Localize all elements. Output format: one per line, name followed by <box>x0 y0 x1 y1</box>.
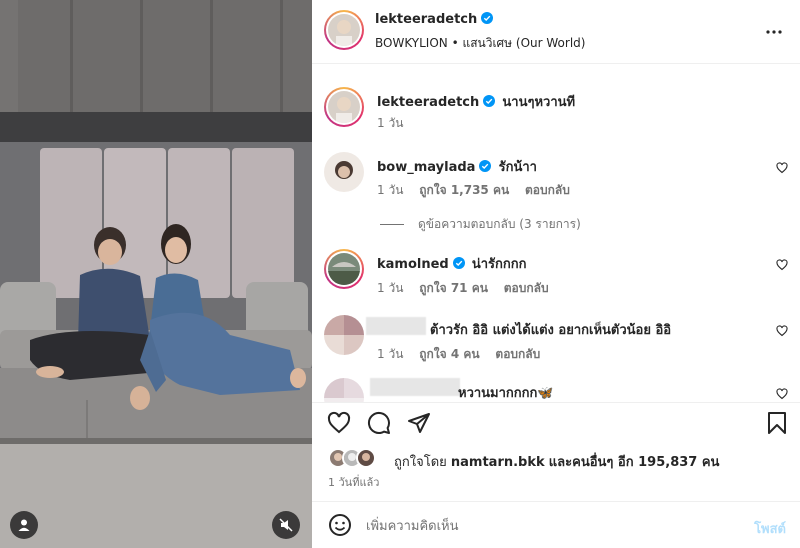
comment-likes[interactable]: ถูกใจ 4 คน <box>419 347 479 361</box>
comment-like-heart-icon[interactable] <box>776 259 788 271</box>
comment-likes[interactable]: ถูกใจ 71 คน <box>419 281 488 295</box>
comment-line: kamolned น่ารักกกก <box>377 253 527 274</box>
blurred-username <box>370 378 460 396</box>
reply-button[interactable]: ตอบกลับ <box>525 183 570 197</box>
comment-line: หวานมากกกก🦋 <box>458 382 554 402</box>
comment-meta: 1 วัน ถูกใจ 4 คน ตอบกลับ <box>377 345 552 364</box>
more-icon <box>766 30 782 34</box>
view-replies-button[interactable]: ดูข้อความตอบกลับ (3 รายการ) <box>380 215 581 234</box>
likes-text: ถูกใจโดย namtarn.bkk และคนอื่นๆ อีก 195,… <box>394 451 719 472</box>
comment-text: หวานมากกกก🦋 <box>458 386 554 401</box>
post-panel: lekteeradetch BOWKYLION • แสนวิเศษ (Our … <box>312 0 800 548</box>
reply-button[interactable]: ตอบกลับ <box>495 347 540 361</box>
comment-likes[interactable]: ถูกใจ 1,735 คน <box>419 183 509 197</box>
comment-text: ต้าวรัก อิอิ แต่งได้แต่ง อยากเห็นตัวน้อย… <box>430 323 672 338</box>
replies-divider <box>380 224 404 225</box>
comment-button[interactable] <box>365 409 393 437</box>
verified-badge-icon <box>452 257 465 269</box>
comment-time[interactable]: 1 วัน <box>377 281 403 295</box>
post-comment-button[interactable]: โพสต์ <box>754 518 786 539</box>
author-avatar[interactable] <box>324 10 364 50</box>
liker-username[interactable]: namtarn.bkk <box>451 455 545 470</box>
audio-subtitle[interactable]: BOWKYLION • แสนวิเศษ (Our World) <box>375 34 585 53</box>
view-replies-label[interactable]: ดูข้อความตอบกลับ (3 รายการ) <box>418 217 581 231</box>
comment-text: น่ารักกกก <box>471 257 527 272</box>
comment-meta: 1 วัน ถูกใจ 71 คน ตอบกลับ <box>377 279 561 298</box>
caption-time: 1 วัน <box>377 114 415 133</box>
post-image <box>0 0 312 548</box>
comment-text: รักน้าา <box>498 160 537 175</box>
verified-badge-icon <box>483 95 496 107</box>
add-comment-bar: โพสต์ <box>312 501 800 548</box>
author-username-text[interactable]: lekteeradetch <box>375 12 477 27</box>
comment-username[interactable]: kamolned <box>377 257 449 272</box>
heart-icon <box>327 411 351 434</box>
mute-button[interactable] <box>272 511 300 539</box>
comment-username[interactable]: bow_maylada <box>377 160 475 175</box>
post-photo[interactable] <box>0 0 312 548</box>
comment-like-heart-icon[interactable] <box>776 162 788 174</box>
comments-list[interactable]: lekteeradetch นานๆหวานที 1 วัน bow_mayla… <box>312 65 800 402</box>
mute-icon <box>279 518 293 532</box>
comment-icon <box>367 411 390 434</box>
caption-username[interactable]: lekteeradetch <box>377 95 479 110</box>
verified-badge-icon <box>479 160 492 172</box>
bookmark-icon <box>768 412 786 434</box>
comment-line: ต้าวรัก อิอิ แต่งได้แต่ง อยากเห็นตัวน้อย… <box>430 319 671 340</box>
verified-badge-icon <box>481 12 494 24</box>
tagged-users-button[interactable] <box>10 511 38 539</box>
reply-button[interactable]: ตอบกลับ <box>504 281 549 295</box>
comment-like-heart-icon[interactable] <box>776 388 788 400</box>
caption-time-text[interactable]: 1 วัน <box>377 116 403 130</box>
comment-line: bow_maylada รักน้าา <box>377 156 537 177</box>
likes-prefix: ถูกใจโดย <box>394 455 447 470</box>
liker-avatar[interactable] <box>356 448 376 468</box>
comment-time[interactable]: 1 วัน <box>377 347 403 361</box>
caption-avatar[interactable] <box>324 87 364 127</box>
save-button[interactable] <box>763 409 791 437</box>
comment-avatar-blurred[interactable] <box>324 315 364 355</box>
post-time[interactable]: 1 วันที่แล้ว <box>328 473 379 491</box>
caption-text: นานๆหวานที <box>502 95 576 110</box>
comment-avatar[interactable] <box>324 152 364 192</box>
comment-like-heart-icon[interactable] <box>776 325 788 337</box>
likes-count[interactable]: และคนอื่นๆ อีก 195,837 คน <box>549 455 720 470</box>
post-header: lekteeradetch BOWKYLION • แสนวิเศษ (Our … <box>312 0 800 64</box>
blurred-username <box>366 317 426 335</box>
emoji-icon[interactable] <box>328 513 352 537</box>
comment-meta: 1 วัน ถูกใจ 1,735 คน ตอบกลับ <box>377 181 582 200</box>
caption-line: lekteeradetch นานๆหวานที <box>377 91 575 112</box>
more-options-button[interactable] <box>762 20 786 44</box>
comment-input[interactable] <box>364 515 724 537</box>
user-tag-icon <box>18 519 30 531</box>
comment-avatar-blurred[interactable] <box>324 378 364 402</box>
like-button[interactable] <box>325 409 353 437</box>
comment-time[interactable]: 1 วัน <box>377 183 403 197</box>
share-button[interactable] <box>405 409 433 437</box>
author-username[interactable]: lekteeradetch <box>375 12 494 27</box>
comment-avatar[interactable] <box>324 249 364 289</box>
share-icon <box>408 413 430 433</box>
action-bar <box>312 402 800 442</box>
